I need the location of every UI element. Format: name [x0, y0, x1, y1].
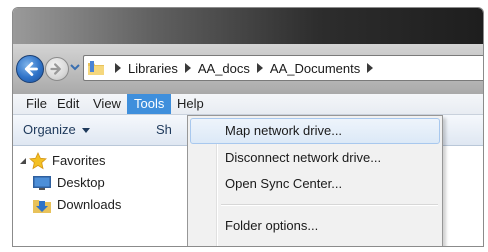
menu-item-map-network-drive[interactable]: Map network drive...: [190, 118, 440, 144]
organize-label: Organize: [23, 122, 76, 137]
address-bar[interactable]: Libraries AA_docs AA_Documents: [83, 55, 483, 81]
title-bar: [13, 8, 483, 44]
tools-menu-dropdown: Map network drive... Disconnect network …: [187, 115, 443, 246]
menu-bar: File Edit View Tools Help: [13, 94, 483, 115]
menu-item-open-sync-center[interactable]: Open Sync Center...: [190, 171, 440, 197]
forward-arrow-icon: [50, 63, 61, 75]
tree-item-desktop[interactable]: Desktop: [33, 172, 105, 194]
breadcrumb-separator-icon[interactable]: [366, 63, 374, 73]
back-button[interactable]: [16, 55, 44, 83]
downloads-label: Downloads: [57, 197, 122, 212]
navigation-pane: Favorites Desktop Downloads: [13, 146, 183, 246]
forward-button[interactable]: [45, 57, 69, 81]
breadcrumb-aa-docs[interactable]: AA_docs: [198, 61, 250, 76]
menu-view[interactable]: View: [86, 94, 128, 114]
desktop-label: Desktop: [57, 175, 105, 190]
address-row: Libraries AA_docs AA_Documents: [13, 44, 483, 94]
star-icon: [29, 152, 47, 170]
breadcrumb-separator-icon[interactable]: [184, 63, 192, 73]
downloads-icon: [33, 200, 51, 213]
favorites-label: Favorites: [52, 153, 106, 168]
back-arrow-icon: [24, 62, 38, 76]
folder-icon: [88, 61, 104, 75]
chevron-down-icon: [82, 127, 91, 133]
organize-button[interactable]: Organize: [23, 115, 91, 145]
tree-item-favorites[interactable]: Favorites: [19, 150, 105, 172]
history-dropdown-icon[interactable]: [70, 62, 80, 72]
desktop-icon: [33, 176, 51, 190]
menu-edit[interactable]: Edit: [50, 94, 86, 114]
explorer-window: Libraries AA_docs AA_Documents File Edit…: [12, 7, 484, 247]
breadcrumb-separator-icon[interactable]: [114, 63, 122, 73]
menu-separator: [221, 204, 438, 206]
tree-item-downloads[interactable]: Downloads: [33, 194, 121, 216]
share-button[interactable]: Sh: [156, 115, 172, 145]
breadcrumb-aa-documents[interactable]: AA_Documents: [270, 61, 360, 76]
menu-help[interactable]: Help: [170, 94, 211, 114]
collapse-triangle-icon[interactable]: [19, 157, 27, 165]
breadcrumb-libraries[interactable]: Libraries: [128, 61, 178, 76]
menu-file[interactable]: File: [19, 94, 54, 114]
menu-item-folder-options[interactable]: Folder options...: [190, 213, 440, 239]
breadcrumb-separator-icon[interactable]: [256, 63, 264, 73]
menu-tools[interactable]: Tools: [127, 94, 172, 114]
menu-item-disconnect-network-drive[interactable]: Disconnect network drive...: [190, 145, 440, 171]
